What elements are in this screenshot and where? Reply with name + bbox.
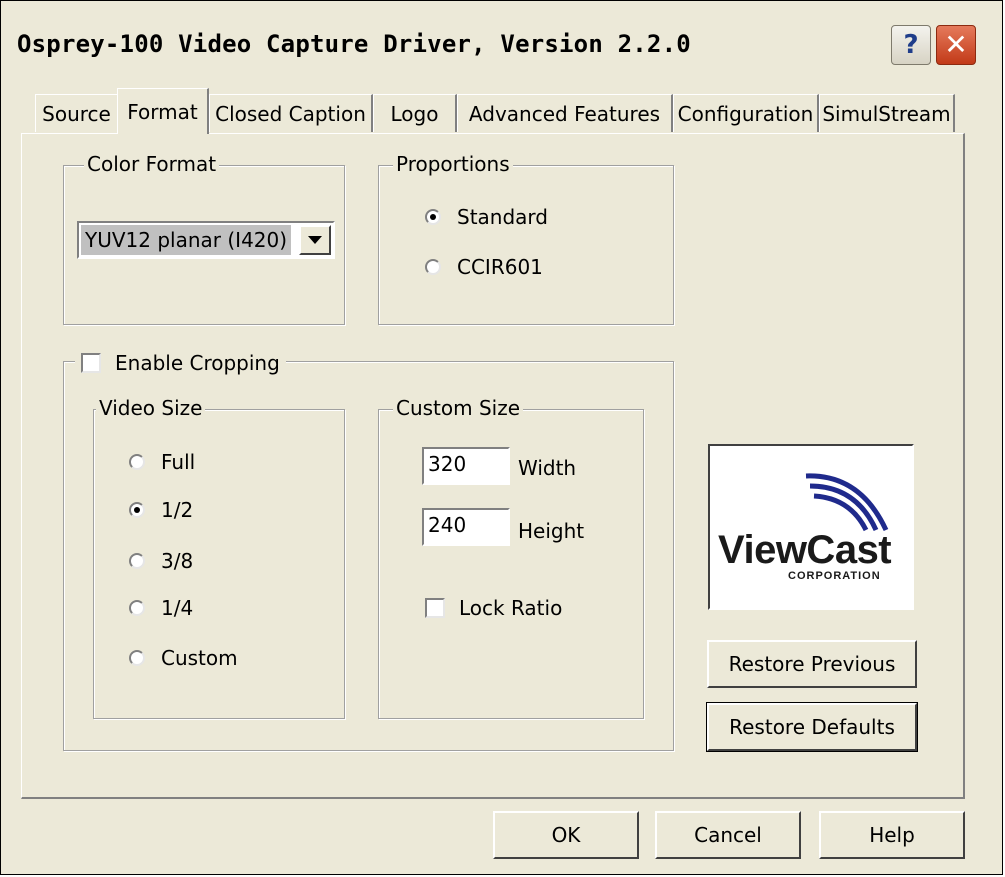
video-size-custom[interactable]: Custom xyxy=(129,646,238,670)
checkbox[interactable] xyxy=(425,598,445,618)
radio-label: Custom xyxy=(161,646,238,670)
radio-button[interactable] xyxy=(129,502,145,518)
logo-subtitle: CORPORATION xyxy=(788,570,881,582)
radio-label: CCIR601 xyxy=(457,255,543,279)
radio-button[interactable] xyxy=(129,454,145,470)
window-title: Osprey-100 Video Capture Driver, Version… xyxy=(17,30,691,58)
signal-arcs-icon xyxy=(805,473,889,532)
help-button[interactable]: Help xyxy=(819,811,965,859)
help-title-button[interactable]: ? xyxy=(891,25,931,65)
proportions-group: Proportions xyxy=(378,152,674,325)
restore-defaults-button[interactable]: Restore Defaults xyxy=(706,702,918,752)
custom-size-label: Custom Size xyxy=(393,396,524,420)
color-format-label: Color Format xyxy=(84,152,220,176)
dialog-window: Osprey-100 Video Capture Driver, Version… xyxy=(0,0,1003,875)
radio-label: 1/2 xyxy=(161,498,194,522)
radio-label: 3/8 xyxy=(161,549,194,573)
tab-source[interactable]: Source xyxy=(35,94,119,132)
video-size-label: Video Size xyxy=(96,396,206,420)
checkbox-label: Enable Cropping xyxy=(115,351,280,375)
viewcast-logo: ViewCast CORPORATION xyxy=(708,444,914,610)
radio-button[interactable] xyxy=(129,600,145,616)
radio-button[interactable] xyxy=(425,259,441,275)
cancel-button[interactable]: Cancel xyxy=(655,811,801,859)
checkbox-label: Lock Ratio xyxy=(459,596,563,620)
checkbox[interactable] xyxy=(81,353,101,373)
radio-label: 1/4 xyxy=(161,596,194,620)
width-label: Width xyxy=(518,456,577,480)
restore-previous-button[interactable]: Restore Previous xyxy=(707,640,917,688)
lock-ratio-checkbox[interactable]: Lock Ratio xyxy=(425,596,562,620)
height-label: Height xyxy=(518,519,585,543)
color-format-value: YUV12 planar (I420) xyxy=(81,225,291,255)
close-icon: ✕ xyxy=(944,28,968,61)
video-size-quarter[interactable]: 1/4 xyxy=(129,596,193,620)
title-bar[interactable]: Osprey-100 Video Capture Driver, Version… xyxy=(7,19,995,83)
height-field[interactable]: 240 xyxy=(422,508,510,546)
radio-button[interactable] xyxy=(129,553,145,569)
radio-button[interactable] xyxy=(129,650,145,666)
custom-size-group: Custom Size xyxy=(378,396,644,719)
tab-closed-caption[interactable]: Closed Caption xyxy=(209,94,373,132)
color-format-select[interactable]: YUV12 planar (I420) xyxy=(77,221,335,259)
radio-label: Standard xyxy=(457,205,548,229)
radio-dot xyxy=(134,507,140,513)
proportions-label: Proportions xyxy=(393,152,513,176)
video-size-three-eighths[interactable]: 3/8 xyxy=(129,549,193,573)
radio-dot xyxy=(430,214,436,220)
radio-label: Full xyxy=(161,450,196,474)
tab-configuration[interactable]: Configuration xyxy=(673,94,819,132)
close-button[interactable]: ✕ xyxy=(936,25,976,65)
tab-simulstream[interactable]: SimulStream xyxy=(819,94,955,132)
tab-advanced-features[interactable]: Advanced Features xyxy=(457,94,673,132)
chevron-down-icon xyxy=(308,236,322,244)
tab-logo[interactable]: Logo xyxy=(373,94,457,132)
width-field[interactable]: 320 xyxy=(422,447,510,485)
video-size-full[interactable]: Full xyxy=(129,450,195,474)
tab-format[interactable]: Format xyxy=(117,88,209,134)
logo-wordmark: ViewCast xyxy=(718,528,892,572)
video-size-half[interactable]: 1/2 xyxy=(129,498,193,522)
question-icon: ? xyxy=(903,30,919,60)
proportions-standard[interactable]: Standard xyxy=(425,205,548,229)
dropdown-arrow[interactable] xyxy=(299,225,331,255)
ok-button[interactable]: OK xyxy=(493,811,639,859)
radio-button[interactable] xyxy=(425,209,441,225)
enable-cropping-checkbox[interactable]: Enable Cropping xyxy=(75,351,286,375)
proportions-ccir601[interactable]: CCIR601 xyxy=(425,255,543,279)
